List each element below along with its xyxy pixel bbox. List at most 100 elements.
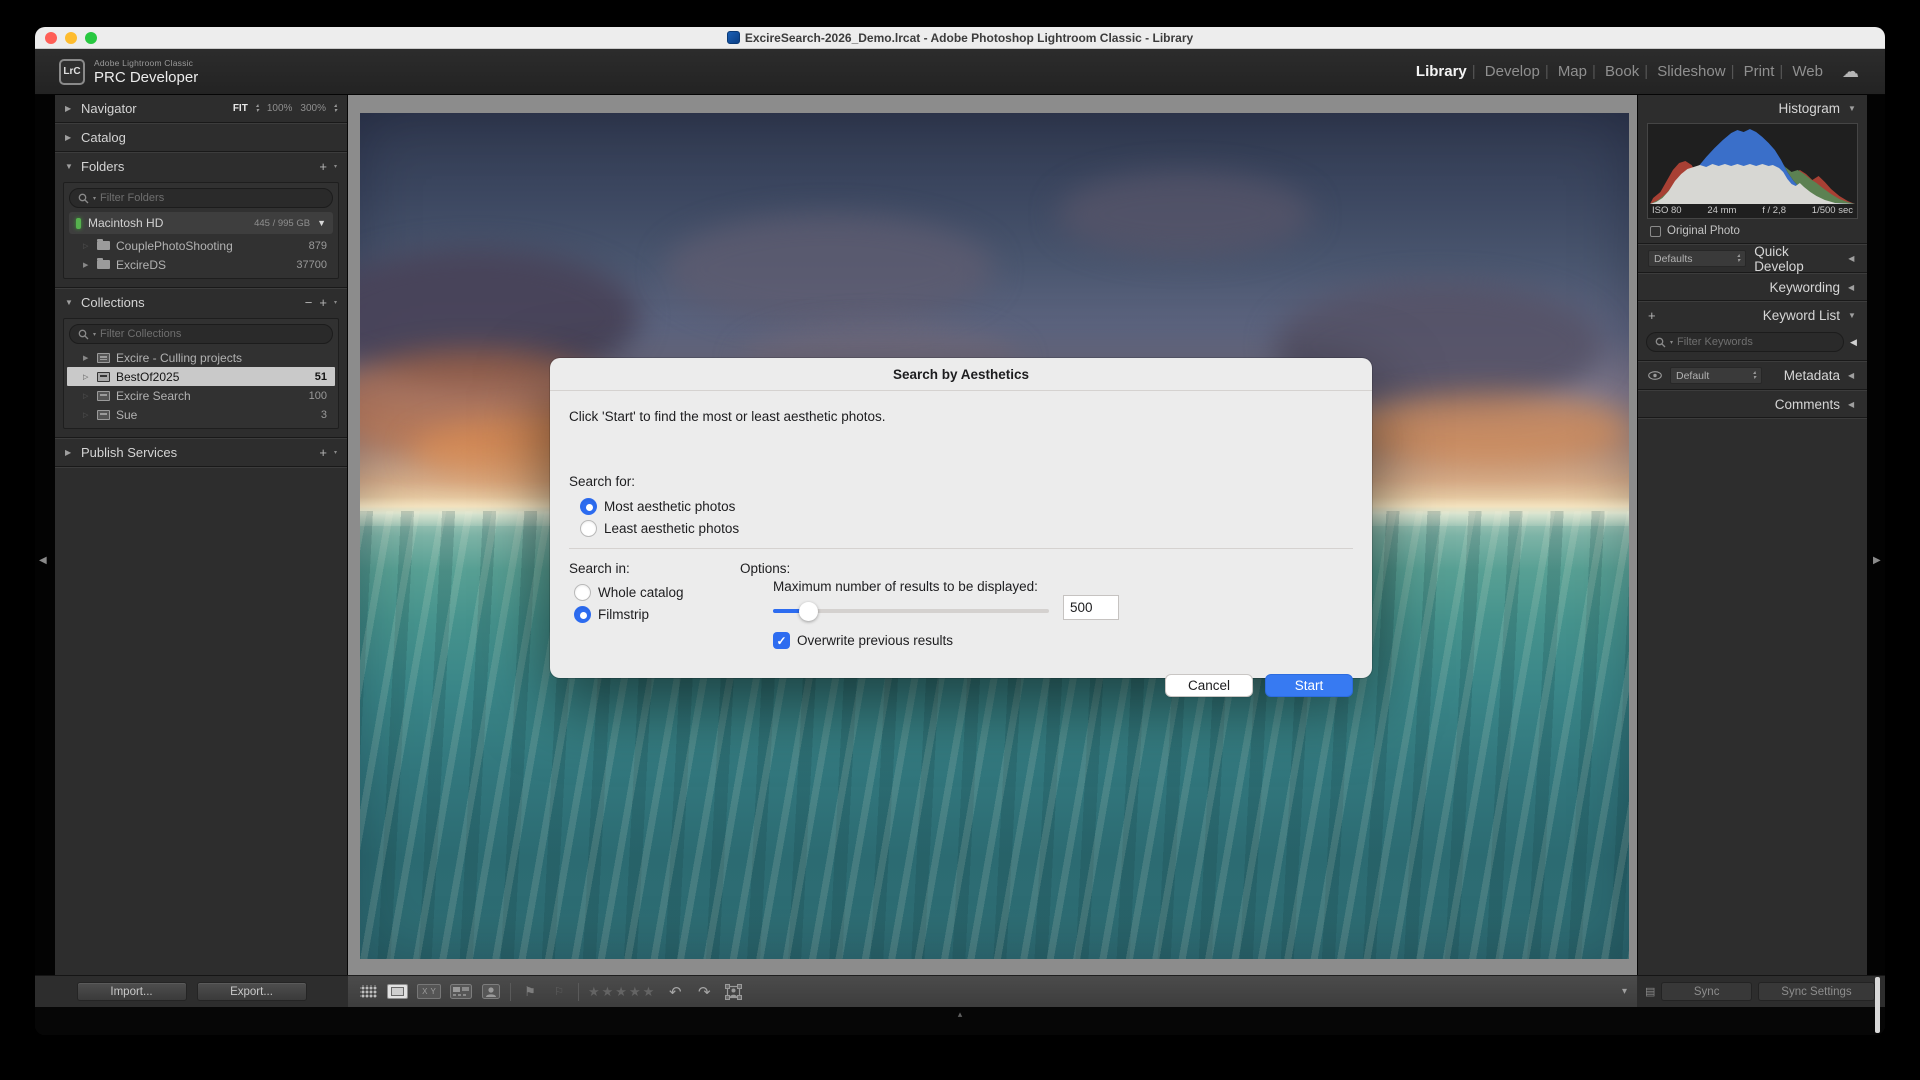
collapse-left-icon[interactable]: ◀: [39, 555, 47, 566]
metadata-section-header[interactable]: Default ▴▾ Metadata ◀: [1638, 362, 1867, 389]
disclosure-icon[interactable]: ▷: [83, 373, 91, 381]
lightroom-logo: LrC: [59, 59, 85, 85]
star-rating[interactable]: ★★★★★: [588, 984, 656, 1000]
folder-row[interactable]: ▷ CouplePhotoShooting 879: [67, 236, 335, 255]
navigator-section-header[interactable]: ▶ Navigator FIT ▴▾ 100% 300% ▴▾: [55, 95, 347, 122]
loupe-view-icon[interactable]: [387, 984, 408, 1000]
radio-most-aesthetic[interactable]: Most aesthetic photos: [580, 498, 735, 515]
aperture-value: f / 2,8: [1762, 205, 1786, 216]
add-publish-service-button[interactable]: +: [319, 445, 327, 460]
folder-row[interactable]: ▶ ExcireDS 37700: [67, 255, 335, 274]
slider-thumb[interactable]: [799, 602, 818, 621]
disclosure-icon[interactable]: ▷: [83, 411, 91, 419]
survey-view-icon[interactable]: [450, 984, 472, 1000]
disclosure-icon: ▼: [1848, 311, 1857, 320]
rotate-left-icon[interactable]: ↶: [665, 984, 685, 1000]
metadata-preset-select[interactable]: Default ▴▾: [1670, 367, 1762, 384]
histogram-section-header[interactable]: Histogram ▼: [1638, 95, 1867, 121]
sync-settings-button[interactable]: Sync Settings: [1758, 982, 1875, 1001]
disclosure-icon[interactable]: ▷: [83, 392, 91, 400]
sync-button[interactable]: Sync: [1661, 982, 1752, 1001]
search-icon: [78, 329, 89, 340]
dialog-title: Search by Aesthetics: [550, 358, 1372, 391]
checkbox-unchecked-icon[interactable]: [1650, 226, 1661, 237]
collection-set-row[interactable]: ▶ Excire - Culling projects: [67, 348, 335, 367]
volume-disclosure-icon[interactable]: ▼: [317, 218, 326, 228]
catalog-section-header[interactable]: ▶ Catalog: [55, 124, 347, 151]
toolbar-options-icon[interactable]: ▾: [1622, 986, 1627, 997]
start-button[interactable]: Start: [1265, 674, 1353, 697]
navigator-zoom-controls[interactable]: FIT ▴▾ 100% 300% ▴▾: [233, 103, 337, 114]
module-web[interactable]: Web: [1783, 63, 1832, 80]
module-slideshow[interactable]: Slideshow: [1648, 63, 1734, 80]
scrollbar-thumb[interactable]: [1875, 977, 1880, 1033]
folders-section-header[interactable]: ▼ Folders +▾: [55, 153, 347, 180]
flag-pick-icon[interactable]: ⚑: [520, 984, 540, 1000]
disclosure-icon[interactable]: ▷: [83, 242, 91, 250]
collapse-right-icon[interactable]: ▶: [1873, 555, 1881, 566]
filter-folders-input[interactable]: ▾ Filter Folders: [69, 188, 333, 208]
disclosure-icon[interactable]: ▶: [83, 261, 91, 269]
original-photo-toggle[interactable]: Original Photo: [1638, 223, 1867, 243]
checkbox-checked-icon[interactable]: ✓: [773, 632, 790, 649]
filter-collections-input[interactable]: ▾ Filter Collections: [69, 324, 333, 344]
collection-row-selected[interactable]: ▷ BestOf2025 51: [67, 367, 335, 386]
max-results-slider[interactable]: [773, 603, 1049, 619]
face-region-icon[interactable]: [723, 984, 743, 1000]
module-develop[interactable]: Develop: [1476, 63, 1549, 80]
search-by-aesthetics-dialog: Search by Aesthetics Click 'Start' to fi…: [550, 358, 1372, 678]
add-collection-button[interactable]: +: [319, 295, 327, 310]
add-folder-button[interactable]: +: [319, 159, 327, 174]
keyword-list-section-header[interactable]: + Keyword List ▼: [1638, 302, 1867, 328]
exif-readout: ISO 80 24 mm f / 2,8 1/500 sec: [1652, 205, 1853, 216]
collections-section-header[interactable]: ▼ Collections − +▾: [55, 289, 347, 316]
identity-plate: LrC Adobe Lightroom Classic PRC Develope…: [35, 58, 198, 86]
compare-view-icon[interactable]: XY: [417, 984, 441, 999]
saved-preset-select[interactable]: Defaults ▴▾: [1648, 250, 1746, 267]
disclosure-icon: ◀: [1848, 371, 1857, 380]
rotate-right-icon[interactable]: ↷: [694, 984, 714, 1000]
overwrite-results-checkbox-row[interactable]: ✓ Overwrite previous results: [773, 632, 953, 649]
volume-row[interactable]: Macintosh HD 445 / 995 GB ▼: [69, 212, 333, 234]
module-library[interactable]: Library: [1407, 63, 1476, 80]
collection-row[interactable]: ▷ Sue 3: [67, 405, 335, 424]
keywording-section-header[interactable]: Keywording ◀: [1638, 274, 1867, 300]
export-button[interactable]: Export...: [197, 982, 307, 1001]
reveal-filmstrip-icon[interactable]: ▴: [958, 1009, 963, 1020]
max-results-input[interactable]: [1063, 595, 1119, 620]
radio-filmstrip[interactable]: Filmstrip: [574, 606, 649, 623]
flag-reject-icon[interactable]: ⚐: [549, 984, 569, 1000]
people-view-icon[interactable]: [481, 984, 501, 1000]
cancel-button[interactable]: Cancel: [1165, 674, 1253, 697]
cloud-sync-icon[interactable]: ☁: [1832, 62, 1859, 82]
radio-selected-icon[interactable]: [580, 498, 597, 515]
remove-collection-button[interactable]: −: [305, 295, 313, 310]
module-print[interactable]: Print: [1735, 63, 1784, 80]
module-map[interactable]: Map: [1549, 63, 1596, 80]
histogram[interactable]: ISO 80 24 mm f / 2,8 1/500 sec: [1647, 123, 1858, 219]
disclosure-icon[interactable]: ▶: [83, 354, 91, 362]
radio-unselected-icon[interactable]: [574, 584, 591, 601]
radio-whole-catalog[interactable]: Whole catalog: [574, 584, 684, 601]
import-button[interactable]: Import...: [77, 982, 187, 1001]
right-panel-footer: ▤ Sync Sync Settings: [1637, 975, 1885, 1007]
left-panel-collapse-strip[interactable]: ◀: [35, 95, 55, 975]
workspace-name: PRC Developer: [94, 69, 198, 86]
radio-least-aesthetic[interactable]: Least aesthetic photos: [580, 520, 739, 537]
grid-view-icon[interactable]: [358, 984, 378, 1000]
filter-keywords-input[interactable]: ▾ Filter Keywords: [1646, 332, 1844, 352]
add-keyword-button[interactable]: +: [1648, 308, 1656, 323]
collection-row[interactable]: ▷ Excire Search 100: [67, 386, 335, 405]
filmstrip-collapsed-bar[interactable]: ▴: [35, 1007, 1885, 1035]
keyword-filter-collapse-icon[interactable]: ◀: [1850, 337, 1859, 348]
stepper-icon[interactable]: ▴▾: [334, 104, 337, 113]
stepper-icon[interactable]: ▴▾: [256, 104, 259, 113]
publish-services-section-header[interactable]: ▶ Publish Services +▾: [55, 439, 347, 466]
radio-unselected-icon[interactable]: [580, 520, 597, 537]
quick-develop-section-header[interactable]: Defaults ▴▾ Quick Develop ◀: [1638, 245, 1867, 272]
comments-section-header[interactable]: Comments ◀: [1638, 391, 1867, 417]
right-panel-collapse-strip[interactable]: ▶: [1867, 95, 1885, 975]
radio-selected-icon[interactable]: [574, 606, 591, 623]
catalog-doc-icon: [727, 31, 740, 44]
module-book[interactable]: Book: [1596, 63, 1648, 80]
